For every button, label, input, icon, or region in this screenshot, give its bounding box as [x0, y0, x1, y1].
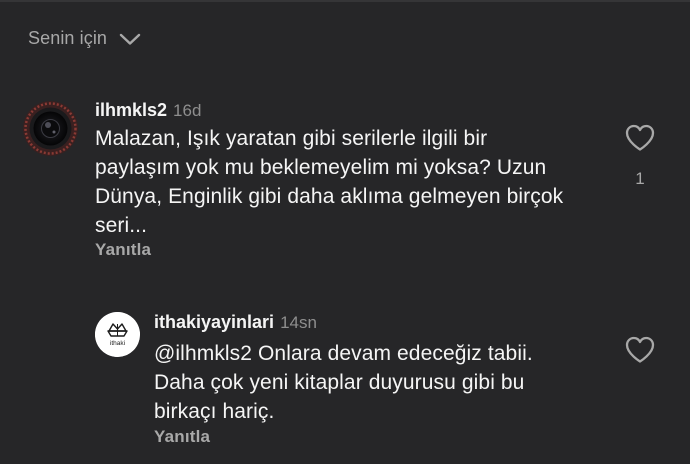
comment-meta: ithakiyayinlari 14sn	[154, 312, 317, 333]
comment-meta: ilhmkls2 16d	[95, 100, 201, 121]
comment-username[interactable]: ithakiyayinlari	[154, 312, 274, 333]
comments-panel: Senin için ilhmkls2 16d Malazan, Işık ya…	[0, 0, 690, 464]
heart-icon[interactable]	[625, 124, 655, 151]
top-divider	[0, 0, 690, 2]
comment-text: Malazan, Işık yaratan gibi serilerle ilg…	[95, 127, 564, 237]
like-count: 1	[635, 169, 645, 188]
comment-text: @ilhmkls2 Onlara devam edeceğiz tabii. D…	[154, 342, 533, 423]
comment-timestamp: 14sn	[280, 313, 317, 332]
sort-selector[interactable]: Senin için	[28, 28, 141, 49]
sort-label: Senin için	[28, 28, 108, 48]
avatar[interactable]	[23, 101, 78, 156]
comment-username[interactable]: ilhmkls2	[95, 100, 167, 121]
comment-timestamp: 16d	[173, 101, 202, 120]
reply-button[interactable]: Yanıtla	[154, 427, 210, 447]
chevron-down-icon	[119, 33, 141, 45]
avatar[interactable]: ithaki	[95, 312, 140, 357]
ithaki-logo-text: ithaki	[110, 340, 125, 347]
reply-button[interactable]: Yanıtla	[95, 240, 151, 260]
avatar-image	[23, 101, 78, 156]
ithaki-logo: ithaki	[95, 312, 140, 357]
heart-icon[interactable]	[625, 336, 655, 363]
